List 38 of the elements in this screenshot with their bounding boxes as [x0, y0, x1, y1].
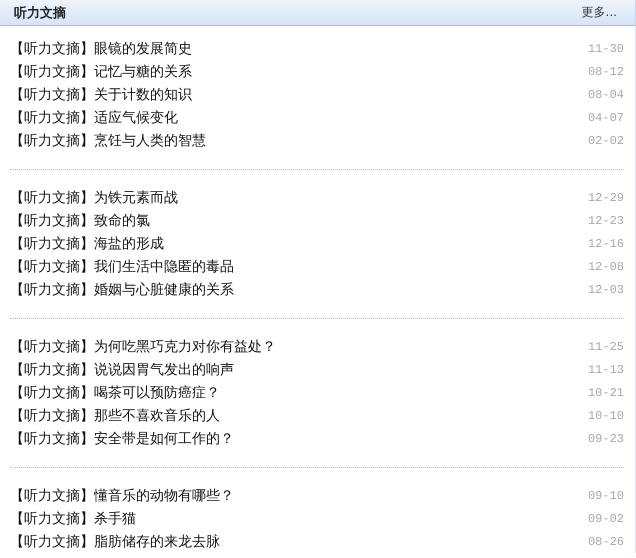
date-label: 09-23 [588, 432, 624, 446]
date-label: 12-16 [588, 236, 624, 250]
article-link[interactable]: 【听力文摘】关于计数的知识 [10, 86, 192, 104]
article-link[interactable]: 【听力文摘】眼镜的发展简史 [10, 40, 192, 58]
date-label: 09-10 [588, 488, 624, 502]
article-link[interactable]: 【听力文摘】懂音乐的动物有哪些？ [10, 486, 234, 504]
article-link[interactable]: 【听力文摘】那些不喜欢音乐的人 [10, 406, 220, 424]
date-label: 10-21 [588, 386, 624, 400]
article-link[interactable]: 【听力文摘】我们生活中隐匿的毒品 [10, 258, 234, 276]
date-label: 08-12 [588, 64, 624, 78]
article-link[interactable]: 【听力文摘】致命的氯 [10, 212, 150, 230]
date-label: 02-02 [588, 134, 624, 148]
date-label: 11-13 [588, 362, 624, 376]
article-link[interactable]: 【听力文摘】婚姻与心脏健康的关系 [10, 280, 234, 298]
date-label: 12-23 [588, 214, 624, 228]
date-label: 04-07 [588, 110, 624, 124]
date-label: 12-03 [588, 282, 624, 296]
date-label: 11-30 [588, 42, 624, 56]
date-label: 10-10 [588, 408, 624, 422]
date-label: 08-04 [588, 88, 624, 102]
article-link[interactable]: 【听力文摘】适应气候变化 [10, 108, 178, 126]
article-link[interactable]: 【听力文摘】记忆与糖的关系 [10, 62, 192, 80]
date-label: 09-02 [588, 512, 624, 526]
more-link[interactable]: 更多... [582, 4, 617, 21]
date-label: 12-08 [588, 260, 624, 274]
article-link[interactable]: 【听力文摘】为铁元素而战 [10, 188, 178, 206]
panel-title: 听力文摘 [14, 4, 66, 22]
article-link[interactable]: 【听力文摘】为何吃黑巧克力对你有益处？ [10, 338, 276, 356]
article-link[interactable]: 【听力文摘】喝茶可以预防癌症？ [10, 384, 220, 402]
article-link[interactable]: 【听力文摘】安全带是如何工作的？ [10, 430, 234, 448]
article-link[interactable]: 【听力文摘】脂肪储存的来龙去脉 [10, 532, 220, 550]
article-link[interactable]: 【听力文摘】杀手猫 [10, 510, 136, 528]
article-link[interactable]: 【听力文摘】烹饪与人类的智慧 [10, 132, 206, 150]
date-label: 08-26 [588, 534, 624, 548]
date-label: 11-25 [588, 340, 624, 354]
article-link[interactable]: 【听力文摘】海盐的形成 [10, 234, 164, 252]
article-link[interactable]: 【听力文摘】说说因胃气发出的响声 [10, 360, 234, 378]
date-label: 12-29 [588, 190, 624, 204]
